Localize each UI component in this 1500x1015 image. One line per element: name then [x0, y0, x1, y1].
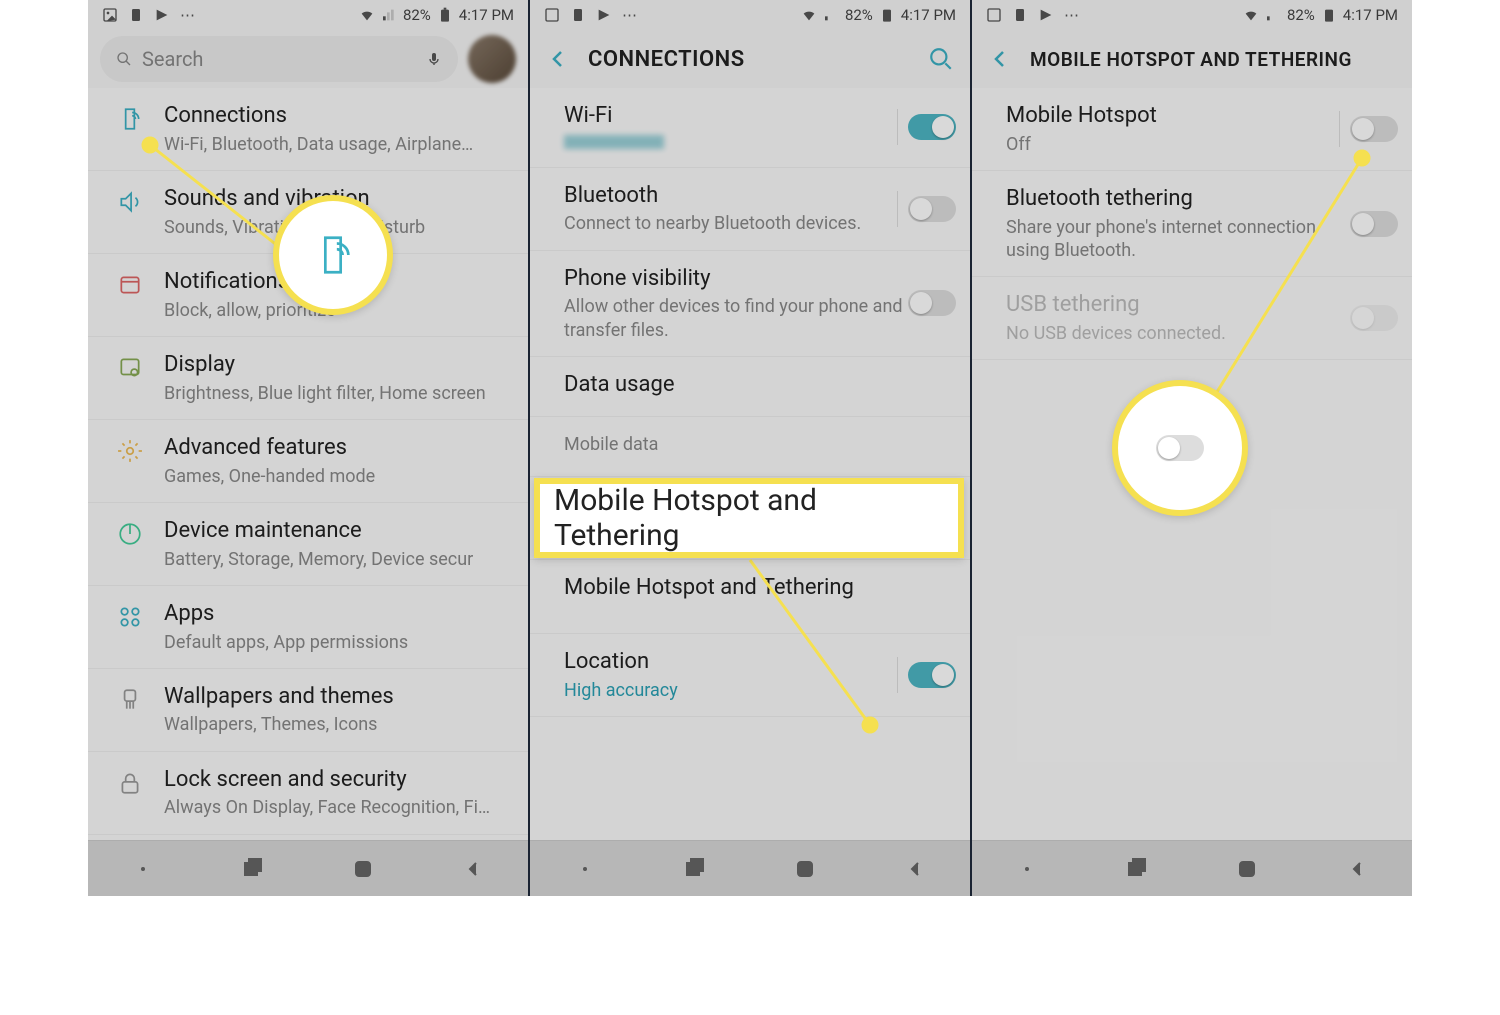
hotspot-screen: ⋯ 82% 4:17 PM MOBILE HOTSPOT AND TETHERI…: [972, 0, 1412, 896]
settings-screen: ⋯ 82% 4:17 PM Search ConnectionsWi-Fi, B…: [88, 0, 528, 896]
toggle-off-large: [1156, 435, 1204, 461]
callout-hotspot-label: Mobile Hotspot and Tethering: [534, 478, 964, 558]
connections-screen: ⋯ 82% 4:17 PM CONNECTIONS Wi-Fi Bluetoot…: [530, 0, 970, 896]
callout-toggle: [1112, 380, 1248, 516]
callout-connections-icon: [273, 195, 393, 315]
connections-icon-large: [310, 232, 356, 278]
leader-line: [88, 0, 528, 896]
leader-line: [530, 0, 970, 896]
